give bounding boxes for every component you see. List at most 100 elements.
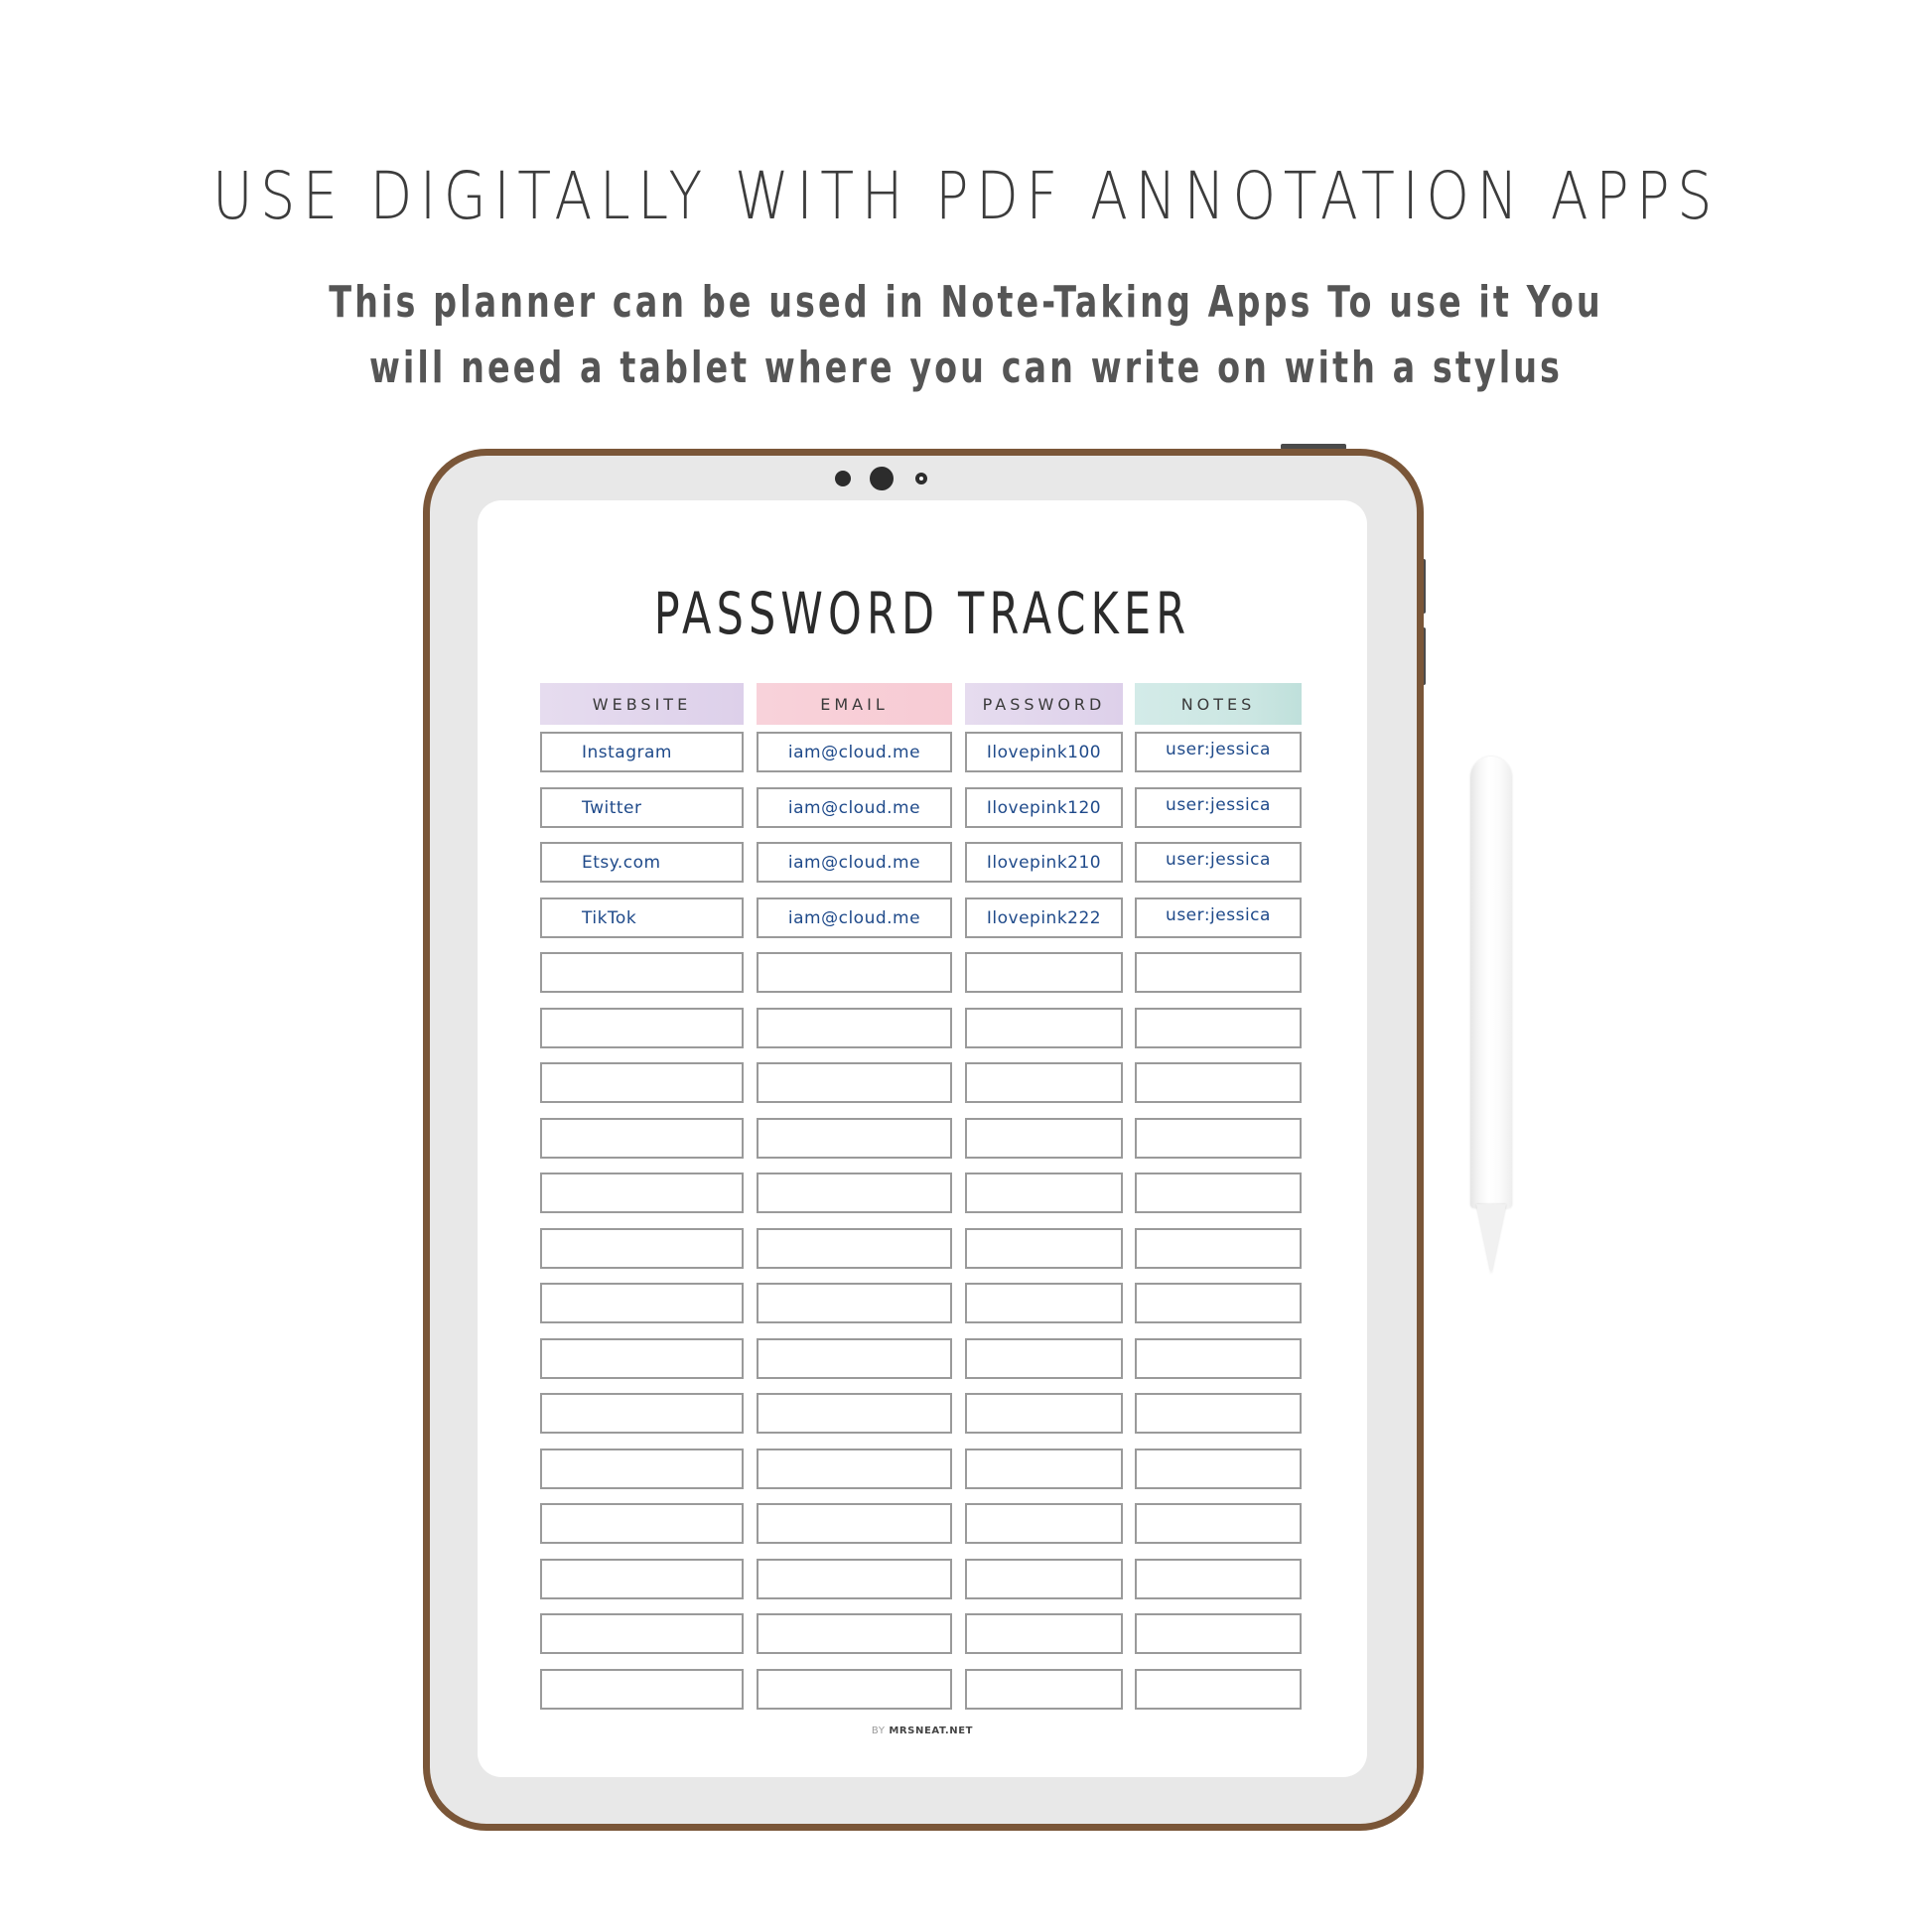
cell-email[interactable] <box>757 1173 952 1213</box>
cell-email[interactable] <box>757 1118 952 1159</box>
cell-email[interactable]: iam@cloud.me <box>757 732 952 772</box>
cell-password[interactable]: Ilovepink100 <box>965 732 1123 772</box>
cell-website[interactable] <box>540 1008 744 1048</box>
cell-email[interactable]: iam@cloud.me <box>757 787 952 828</box>
cell-website[interactable] <box>540 1393 744 1434</box>
cell-website[interactable] <box>540 1118 744 1159</box>
cell-email[interactable] <box>757 952 952 993</box>
cell-password[interactable] <box>965 952 1123 993</box>
cell-notes[interactable] <box>1135 1559 1302 1599</box>
cell-notes[interactable] <box>1135 1173 1302 1213</box>
cell-notes[interactable]: user:jessica <box>1135 897 1302 938</box>
cell-password[interactable] <box>965 1228 1123 1269</box>
cell-notes[interactable]: user:jessica <box>1135 732 1302 772</box>
cell-email-text: iam@cloud.me <box>787 852 921 873</box>
promo-headline: USE DIGITALLY WITH PDF ANNOTATION APPS <box>211 158 1721 234</box>
cell-password[interactable] <box>965 1283 1123 1323</box>
cell-website-text: Instagram <box>582 742 672 762</box>
cell-password[interactable] <box>965 1338 1123 1379</box>
cell-email[interactable] <box>757 1613 952 1654</box>
cell-website[interactable] <box>540 1669 744 1710</box>
cell-password[interactable] <box>965 1393 1123 1434</box>
subtitle-line-1: This planner can be used in Note-Taking … <box>329 277 1603 328</box>
cell-password[interactable] <box>965 1669 1123 1710</box>
cell-email[interactable] <box>757 1669 952 1710</box>
cell-password[interactable]: Ilovepink210 <box>965 842 1123 883</box>
cell-password[interactable] <box>965 1062 1123 1103</box>
cell-website[interactable] <box>540 1338 744 1379</box>
cell-notes[interactable] <box>1135 1338 1302 1379</box>
cell-email[interactable] <box>757 1338 952 1379</box>
cell-notes-text: user:jessica <box>1166 739 1271 759</box>
cell-password[interactable]: Ilovepink222 <box>965 897 1123 938</box>
stylus-tip-icon <box>1476 1204 1506 1274</box>
sensor-ring-icon <box>915 473 927 484</box>
cell-notes[interactable] <box>1135 1613 1302 1654</box>
cell-website[interactable] <box>540 1613 744 1654</box>
cell-website[interactable]: Instagram <box>540 732 744 772</box>
cell-notes[interactable] <box>1135 1449 1302 1489</box>
cell-password-text: Ilovepink222 <box>986 907 1102 928</box>
column-header-email: EMAIL <box>757 683 952 725</box>
stylus-pencil-icon <box>1470 757 1512 1208</box>
cell-password-text: Ilovepink120 <box>986 797 1102 818</box>
cell-website[interactable] <box>540 1283 744 1323</box>
cell-email[interactable] <box>757 1393 952 1434</box>
cell-password[interactable] <box>965 1118 1123 1159</box>
cell-notes[interactable] <box>1135 1503 1302 1544</box>
cell-notes[interactable] <box>1135 1283 1302 1323</box>
cell-website[interactable] <box>540 1228 744 1269</box>
cell-notes-text: user:jessica <box>1166 849 1271 870</box>
cell-website[interactable] <box>540 1062 744 1103</box>
promo-subtitle: This planner can be used in Note-Taking … <box>232 270 1701 401</box>
cell-email[interactable]: iam@cloud.me <box>757 897 952 938</box>
subtitle-line-2: will need a tablet where you can write o… <box>368 343 1564 393</box>
cell-notes[interactable]: user:jessica <box>1135 787 1302 828</box>
cell-notes[interactable] <box>1135 1008 1302 1048</box>
cell-website[interactable] <box>540 1173 744 1213</box>
cell-email[interactable]: iam@cloud.me <box>757 842 952 883</box>
document-footer: BY MRSNEAT.NET <box>478 1725 1367 1736</box>
cell-notes[interactable] <box>1135 1062 1302 1103</box>
cell-website[interactable] <box>540 1559 744 1599</box>
cell-website[interactable] <box>540 952 744 993</box>
cell-email[interactable] <box>757 1503 952 1544</box>
cell-email[interactable] <box>757 1283 952 1323</box>
camera-dot-icon <box>835 471 851 486</box>
cell-password-text: Ilovepink100 <box>986 742 1102 762</box>
cell-password[interactable] <box>965 1008 1123 1048</box>
cell-website-text: Etsy.com <box>582 852 661 873</box>
cell-notes[interactable] <box>1135 952 1302 993</box>
cell-notes[interactable] <box>1135 1669 1302 1710</box>
cell-website[interactable]: Etsy.com <box>540 842 744 883</box>
cell-website-text: Twitter <box>582 797 642 818</box>
cell-password[interactable] <box>965 1449 1123 1489</box>
cell-website[interactable] <box>540 1449 744 1489</box>
column-header-password: PASSWORD <box>965 683 1123 725</box>
cell-notes[interactable] <box>1135 1118 1302 1159</box>
cell-password[interactable] <box>965 1559 1123 1599</box>
document-title: PASSWORD TRACKER <box>653 580 1191 647</box>
cell-email[interactable] <box>757 1559 952 1599</box>
column-header-notes: NOTES <box>1135 683 1302 725</box>
cell-email[interactable] <box>757 1449 952 1489</box>
cell-notes[interactable] <box>1135 1228 1302 1269</box>
cell-website[interactable] <box>540 1503 744 1544</box>
cell-password[interactable] <box>965 1503 1123 1544</box>
camera-lens-icon <box>870 467 894 490</box>
footer-by: BY <box>871 1725 886 1736</box>
column-header-website: WEBSITE <box>540 683 744 725</box>
cell-notes[interactable] <box>1135 1393 1302 1434</box>
cell-password[interactable] <box>965 1613 1123 1654</box>
cell-password[interactable]: Ilovepink120 <box>965 787 1123 828</box>
cell-website[interactable]: TikTok <box>540 897 744 938</box>
cell-notes[interactable]: user:jessica <box>1135 842 1302 883</box>
cell-email[interactable] <box>757 1008 952 1048</box>
cell-password[interactable] <box>965 1173 1123 1213</box>
cell-website[interactable]: Twitter <box>540 787 744 828</box>
footer-brand: MRSNEAT.NET <box>889 1725 974 1736</box>
cell-notes-text: user:jessica <box>1166 904 1271 925</box>
cell-email-text: iam@cloud.me <box>787 907 921 928</box>
cell-email[interactable] <box>757 1228 952 1269</box>
cell-email[interactable] <box>757 1062 952 1103</box>
